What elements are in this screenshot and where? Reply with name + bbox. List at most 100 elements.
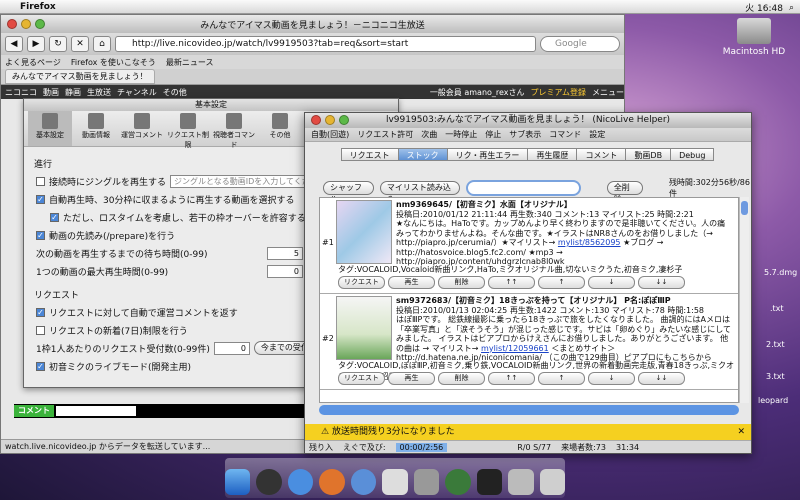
mylist-link[interactable]: mylist/12059661 xyxy=(481,344,549,353)
request-button[interactable]: リクエスト xyxy=(338,276,385,289)
forward-icon[interactable]: ▶ xyxy=(27,36,45,52)
desktop-file-label[interactable]: 3.txt xyxy=(766,372,785,381)
move-bottom-button[interactable]: ↓↓ xyxy=(638,276,685,289)
hard-drive-icon[interactable]: Macintosh HD xyxy=(722,18,786,57)
comment-input[interactable] xyxy=(56,406,136,416)
toolbar-item[interactable]: サブ表示 xyxy=(509,129,541,140)
dashboard-icon[interactable] xyxy=(256,469,282,495)
minimize-icon[interactable] xyxy=(21,19,31,29)
move-up-button[interactable]: ↑ xyxy=(538,372,585,385)
delete-button[interactable]: 削除 xyxy=(438,372,485,385)
app-menu[interactable]: Firefox xyxy=(20,2,56,12)
terminal-icon[interactable] xyxy=(476,469,503,495)
desktop-file-label[interactable]: leopard xyxy=(758,396,788,405)
nico-link[interactable]: チャンネル xyxy=(117,87,157,98)
jingle-checkbox[interactable] xyxy=(36,176,45,186)
mylist-link[interactable]: mylist/8562095 xyxy=(558,238,621,247)
nico-link[interactable]: 動画 xyxy=(43,87,59,98)
list-item[interactable]: #1 nm9369645/【初音ミク】水面【オリジナル】 投稿日:2010/01… xyxy=(320,198,738,294)
desktop-file-label[interactable]: 5.7.dmg xyxy=(764,268,797,277)
close-icon[interactable] xyxy=(311,115,321,125)
trash-icon[interactable] xyxy=(539,469,565,495)
delete-all-button[interactable]: 全削除 xyxy=(606,181,643,204)
tool-viewer-command[interactable]: 視聴者コマンド xyxy=(212,111,256,149)
shuffle-button[interactable]: シャッフル xyxy=(323,181,374,204)
play-button[interactable]: 再生 xyxy=(388,276,435,289)
toolbar-item[interactable]: 一時停止 xyxy=(445,129,477,140)
tab-videodb[interactable]: 動画DB xyxy=(625,148,672,161)
toolbar-item[interactable]: 自動(回遊) xyxy=(311,129,349,140)
close-alert-icon[interactable]: ✕ xyxy=(737,424,745,440)
playback-progress[interactable] xyxy=(319,405,739,415)
move-bottom-button[interactable]: ↓↓ xyxy=(638,372,685,385)
clock[interactable]: 火 16:48 xyxy=(745,1,783,14)
tab-debug[interactable]: Debug xyxy=(670,148,715,161)
spotlight-icon[interactable]: ⌕ xyxy=(789,3,794,13)
close-icon[interactable] xyxy=(7,19,17,29)
bookmark-item[interactable]: よく見るページ xyxy=(5,57,61,68)
prefetch-checkbox[interactable]: ✓ xyxy=(36,230,45,240)
video-title[interactable]: nm9369645/【初音ミク】水面【オリジナル】 xyxy=(396,200,732,210)
move-top-button[interactable]: ↑↑ xyxy=(488,276,535,289)
video-title[interactable]: sm9372683/【初音ミク】18きっぷを持って【オリジナル】 P名:ぽぽⅢP xyxy=(396,296,732,306)
tab-request[interactable]: リクエスト xyxy=(340,148,399,161)
minimize-icon[interactable] xyxy=(325,115,335,125)
maxtime-field[interactable]: 0 xyxy=(266,264,303,278)
desktop-file-label[interactable]: .txt xyxy=(770,304,784,313)
mylist-dropdown[interactable]: マイリスト読み込み xyxy=(379,181,461,204)
system-prefs-icon[interactable] xyxy=(413,469,440,495)
scrollbar[interactable] xyxy=(739,197,749,403)
zoom-icon[interactable] xyxy=(339,115,349,125)
menu-link[interactable]: メニュー xyxy=(592,87,624,98)
nico-link[interactable]: 静画 xyxy=(65,87,81,98)
tab-current[interactable]: みんなでアイマス動画を見ましょう！ xyxy=(5,69,155,84)
tool-video-info[interactable]: 動画情報 xyxy=(74,111,118,146)
finder-icon[interactable] xyxy=(225,469,251,495)
req-auto-checkbox[interactable]: ✓ xyxy=(36,307,45,317)
premium-link[interactable]: プレミアム登録 xyxy=(531,87,586,98)
play-button[interactable]: 再生 xyxy=(388,372,435,385)
zoom-icon[interactable] xyxy=(35,19,45,29)
tab-history[interactable]: 再生履歴 xyxy=(527,148,578,161)
video-thumbnail[interactable] xyxy=(336,200,392,264)
wait-field[interactable]: 5 xyxy=(266,246,303,260)
delete-button[interactable]: 削除 xyxy=(438,276,485,289)
move-up-button[interactable]: ↑ xyxy=(538,276,585,289)
safari-icon[interactable] xyxy=(287,469,314,495)
back-icon[interactable]: ◀ xyxy=(5,36,23,52)
bookmark-item[interactable]: 最新ニュース xyxy=(166,57,214,68)
loss-checkbox[interactable]: ✓ xyxy=(50,212,59,222)
per-person-field[interactable]: 0 xyxy=(213,341,250,355)
list-item[interactable]: #2 sm9372683/【初音ミク】18きっぷを持って【オリジナル】 P名:ぽ… xyxy=(320,294,738,390)
tab-errors[interactable]: リク・再生エラー xyxy=(446,148,529,161)
move-down-button[interactable]: ↓ xyxy=(588,276,635,289)
miku-checkbox[interactable]: ✓ xyxy=(36,361,45,371)
toolbar-item[interactable]: コマンド xyxy=(549,129,581,140)
tool-admin-comment[interactable]: 運営コメント xyxy=(120,111,164,146)
nico-link[interactable]: ニコニコ xyxy=(5,87,37,98)
firefox-icon[interactable] xyxy=(319,469,345,495)
reload-icon[interactable]: ↻ xyxy=(49,36,67,52)
video-thumbnail[interactable] xyxy=(336,296,392,360)
nico-link[interactable]: その他 xyxy=(163,87,187,98)
search-input[interactable]: Google xyxy=(540,36,620,52)
toolbar-item[interactable]: 停止 xyxy=(485,129,501,140)
timemachine-icon[interactable] xyxy=(445,469,471,495)
auto-checkbox[interactable]: ✓ xyxy=(36,194,45,204)
toolbar-item[interactable]: リクエスト許可 xyxy=(357,129,413,140)
downloads-icon[interactable] xyxy=(508,469,534,495)
nico-link[interactable]: 生放送 xyxy=(87,87,111,98)
tool-other[interactable]: その他 xyxy=(258,111,302,146)
desktop-file-label[interactable]: 2.txt xyxy=(766,340,785,349)
move-down-button[interactable]: ↓ xyxy=(588,372,635,385)
tab-comment[interactable]: コメント xyxy=(576,148,627,161)
preview-icon[interactable] xyxy=(382,469,408,495)
tool-request-limit[interactable]: リクエスト制限 xyxy=(166,111,210,149)
req-new-checkbox[interactable] xyxy=(36,325,45,335)
toolbar-item[interactable]: 設定 xyxy=(589,129,605,140)
tool-basic[interactable]: 基本設定 xyxy=(28,111,72,146)
stop-icon[interactable]: ✕ xyxy=(71,36,89,52)
toolbar-item[interactable]: 次曲 xyxy=(421,129,437,140)
home-icon[interactable]: ⌂ xyxy=(93,36,111,52)
tab-stock[interactable]: ストック xyxy=(397,148,448,161)
